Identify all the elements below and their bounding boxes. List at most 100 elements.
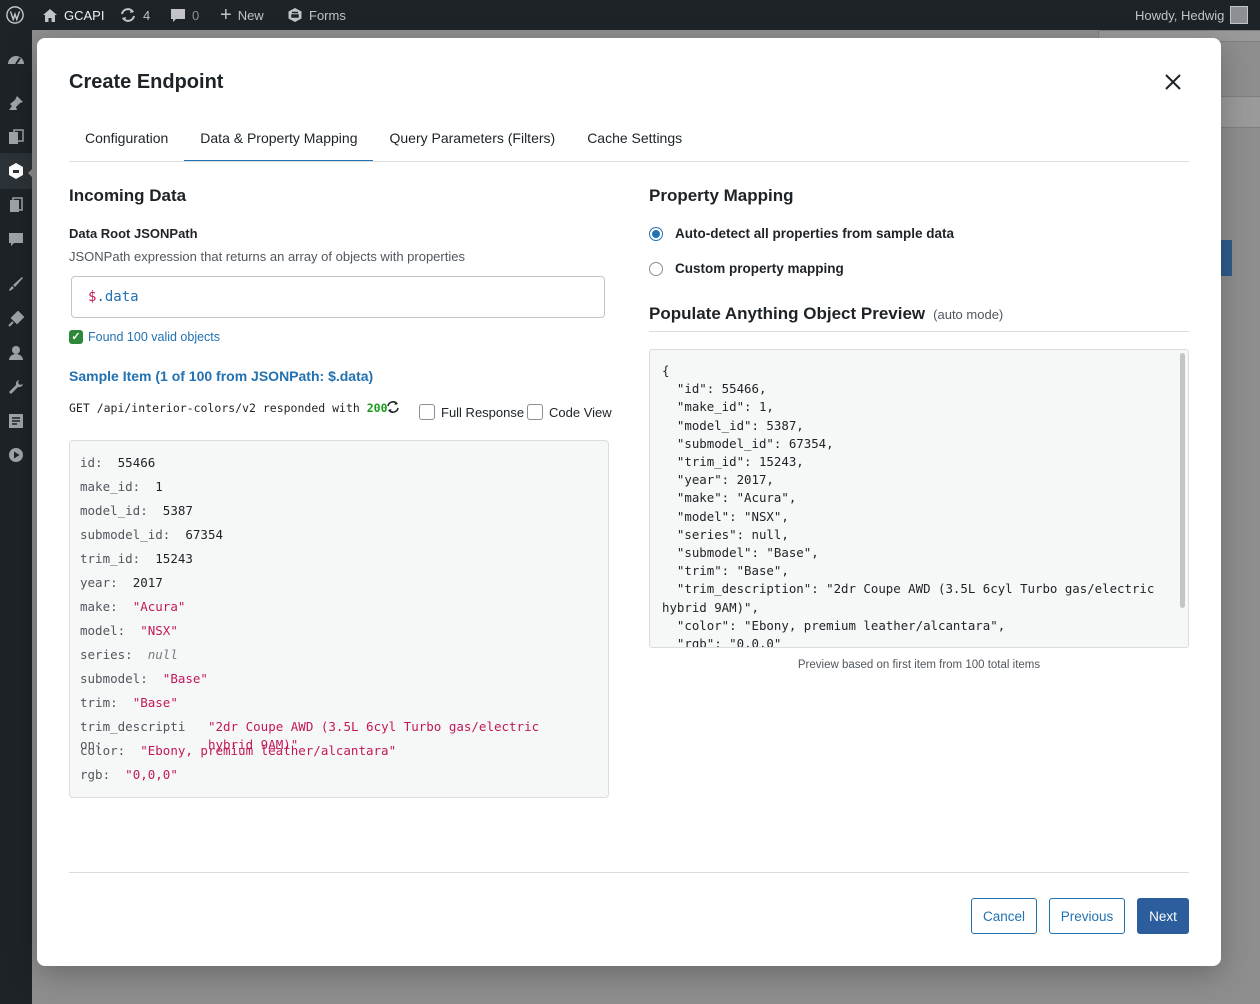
field-key: id:: [80, 455, 103, 470]
found-message-text: Found 100 valid objects: [88, 330, 221, 344]
field-row: model: "NSX": [80, 623, 178, 638]
field-row-value: "2dr Coupe AWD (3.5L 6cyl Turbo gas/elec…: [208, 719, 539, 734]
greeting: Howdy, Hedwig: [1135, 7, 1225, 23]
field-row: trim_id: 15243: [80, 551, 193, 566]
field-row: make_id: 1: [80, 479, 163, 494]
forms-link[interactable]: Forms: [287, 0, 346, 30]
preview-note: Preview based on first item from 100 tot…: [797, 659, 1041, 671]
field-key: trim:: [80, 695, 118, 710]
code-view-checkbox[interactable]: [527, 404, 543, 420]
object-preview-panel[interactable]: { "id": 55466, "make_id": 1, "model_id":…: [649, 349, 1189, 648]
field-key: submodel_id:: [80, 527, 171, 542]
new-content-link[interactable]: + New: [220, 0, 264, 30]
comments-link[interactable]: 0: [170, 0, 199, 30]
field-key: year:: [80, 575, 118, 590]
jsonpath-path: .data: [96, 289, 139, 305]
dashboard-icon[interactable]: [6, 49, 26, 69]
field-key: series:: [80, 647, 133, 662]
wordpress-logo-icon[interactable]: [6, 0, 24, 30]
auto-detect-label: Auto-detect all properties from sample d…: [675, 226, 955, 241]
field-key: trim_id:: [80, 551, 141, 566]
admin-bar: GCAPI 4 0 + New Forms Howdy, Hedwig: [0, 0, 1260, 30]
users-icon[interactable]: [6, 343, 26, 363]
avatar: [1230, 6, 1249, 24]
footer-divider: [69, 872, 1189, 873]
field-value: 5387: [162, 503, 193, 518]
sample-item-panel: id: 55466 make_id: 1 model_id: 5387 subm…: [69, 440, 609, 798]
tab-cache-settings[interactable]: Cache Settings: [571, 124, 698, 162]
field-key: model_id:: [80, 503, 148, 518]
incoming-data-heading: Incoming Data: [69, 186, 187, 205]
field-key: make_id:: [80, 479, 141, 494]
comments-icon[interactable]: [6, 229, 26, 249]
media-icon[interactable]: [6, 127, 26, 147]
request-status-line: GET /api/interior-colors/v2 responded wi…: [69, 401, 388, 415]
plugins-icon[interactable]: [6, 309, 26, 329]
field-value: "NSX": [140, 623, 178, 638]
full-response-toggle[interactable]: Full Response: [419, 404, 524, 420]
tab-query-parameters[interactable]: Query Parameters (Filters): [373, 124, 571, 162]
preview-title: Populate Anything Object Preview: [649, 304, 926, 323]
field-row: rgb: "0,0,0": [80, 767, 178, 782]
auto-detect-radio[interactable]: [649, 226, 663, 241]
auto-detect-option[interactable]: Auto-detect all properties from sample d…: [649, 226, 954, 241]
tab-configuration[interactable]: Configuration: [69, 124, 184, 162]
preview-heading: Populate Anything Object Preview (auto m…: [649, 304, 1003, 324]
code-view-toggle[interactable]: Code View: [527, 404, 612, 420]
field-row: color: "Ebony, premium leather/alcantara…: [80, 743, 396, 758]
full-response-checkbox[interactable]: [419, 404, 435, 420]
play-icon[interactable]: [6, 445, 26, 465]
next-button[interactable]: Next: [1137, 898, 1189, 934]
account-menu[interactable]: Howdy, Hedwig: [1135, 0, 1249, 30]
site-name: GCAPI: [64, 7, 105, 23]
field-value: "2dr Coupe AWD (3.5L 6cyl Turbo gas/elec…: [208, 719, 540, 734]
code-view-label: Code View: [549, 404, 612, 420]
field-value: 1: [155, 479, 163, 494]
gcapi-icon[interactable]: [6, 161, 26, 181]
request-text: GET /api/interior-colors/v2 responded wi…: [69, 401, 360, 415]
create-endpoint-modal: Create Endpoint Configuration Data & Pro…: [37, 38, 1221, 966]
field-value: "Acura": [132, 599, 186, 614]
comments-count: 0: [192, 7, 200, 23]
custom-mapping-option[interactable]: Custom property mapping: [649, 261, 844, 276]
close-button[interactable]: [1161, 70, 1185, 94]
cancel-button[interactable]: Cancel: [971, 898, 1037, 934]
custom-mapping-radio[interactable]: [649, 261, 663, 276]
custom-mapping-label: Custom property mapping: [675, 261, 844, 276]
field-key: submodel:: [80, 671, 148, 686]
pages-icon[interactable]: [6, 195, 26, 215]
active-pointer: [28, 167, 34, 179]
updates-link[interactable]: 4: [119, 0, 150, 30]
tab-data-property-mapping[interactable]: Data & Property Mapping: [184, 124, 374, 162]
modal-title: Create Endpoint: [69, 71, 224, 93]
property-mapping-heading: Property Mapping: [649, 186, 794, 205]
field-key: make:: [80, 599, 118, 614]
field-row: submodel: "Base": [80, 671, 208, 686]
tools-icon[interactable]: [6, 377, 26, 397]
appearance-icon[interactable]: [6, 274, 26, 294]
field-row: series: null: [80, 647, 178, 662]
field-value: 2017: [132, 575, 163, 590]
preview-scrollbar[interactable]: [1180, 353, 1185, 608]
found-message: ✓ Found 100 valid objects: [69, 330, 220, 344]
data-root-label: Data Root JSONPath: [69, 226, 198, 241]
field-row: trim: "Base": [80, 695, 178, 710]
pin-icon[interactable]: [6, 93, 26, 113]
field-key: model:: [80, 623, 126, 638]
previous-button[interactable]: Previous: [1049, 898, 1125, 934]
settings-icon[interactable]: [6, 411, 26, 431]
field-row: year: 2017: [80, 575, 163, 590]
field-value: 67354: [185, 527, 224, 542]
full-response-label: Full Response: [441, 404, 525, 420]
data-root-help: JSONPath expression that returns an arra…: [69, 249, 465, 264]
field-value: "0,0,0": [125, 767, 178, 782]
field-value: 55466: [117, 455, 156, 470]
jsonpath-input[interactable]: $.data: [71, 276, 605, 318]
site-name-link[interactable]: GCAPI: [42, 0, 104, 30]
tab-divider: [69, 161, 1189, 162]
close-icon: [1165, 74, 1181, 90]
field-key: trim_descripti: [80, 719, 186, 734]
updates-icon: [121, 8, 135, 22]
field-row: submodel_id: 67354: [80, 527, 223, 542]
refresh-icon[interactable]: [385, 399, 401, 415]
